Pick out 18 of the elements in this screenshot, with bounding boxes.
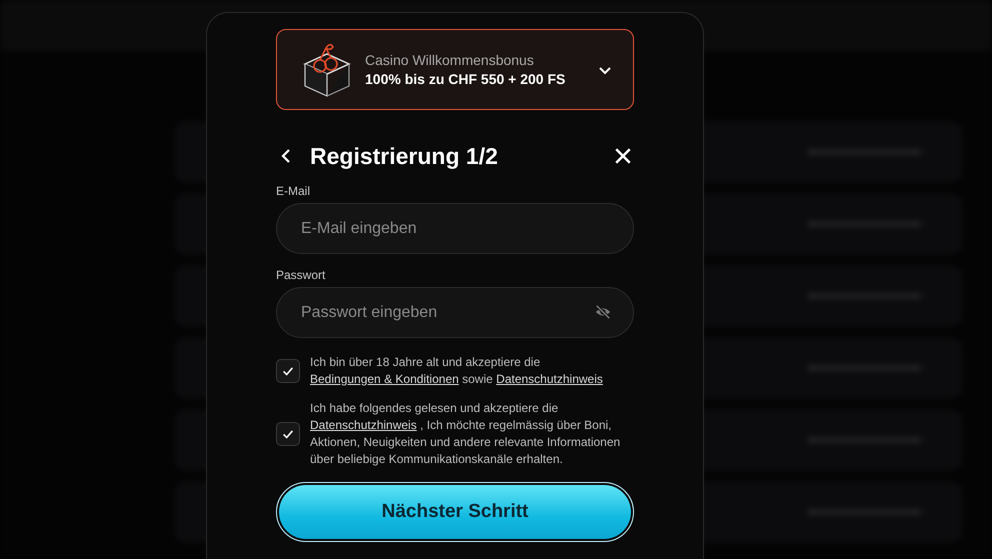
eye-slash-icon[interactable]: [594, 303, 612, 321]
checkbox[interactable]: [276, 422, 300, 446]
consent-text: Ich habe folgendes gelesen und akzeptiere die Datenschutzhinweis , Ich möchte regelmässig über Boni, Aktionen, Neuigkeiten und andere relevante Informationen über beliebige Kommunikationskanäle erhalten.: [310, 400, 622, 468]
policy-link[interactable]: Bedingungen & Konditionen: [310, 372, 459, 386]
bonus-offer: 100% bis zu CHF 550 + 200 FS: [365, 71, 566, 87]
bonus-banner[interactable]: Casino Willkommensbonus 100% bis zu CHF 550 + 200 FS: [276, 29, 634, 110]
dialog-title: Registrierung 1/2: [310, 142, 499, 170]
policy-link[interactable]: Datenschutzhinweis: [496, 372, 603, 386]
field-label: Passwort: [276, 268, 326, 282]
policy-link[interactable]: Datenschutzhinweis: [310, 418, 417, 432]
field-label: E-Mail: [276, 184, 312, 198]
next-step-button[interactable]: Nächster Schritt: [279, 485, 631, 539]
close-icon: [614, 147, 632, 165]
checkbox[interactable]: [276, 359, 300, 383]
consent-text: Ich bin über 18 Jahre alt und akzeptiere die Bedingungen & Konditionen sowie Datenschutzhinweis: [310, 354, 604, 388]
bonus-title: Casino Willkommensbonus: [365, 52, 535, 68]
email-field[interactable]: E-Mail eingeben: [276, 203, 634, 254]
password-field[interactable]: Passwort eingeben: [276, 287, 634, 338]
